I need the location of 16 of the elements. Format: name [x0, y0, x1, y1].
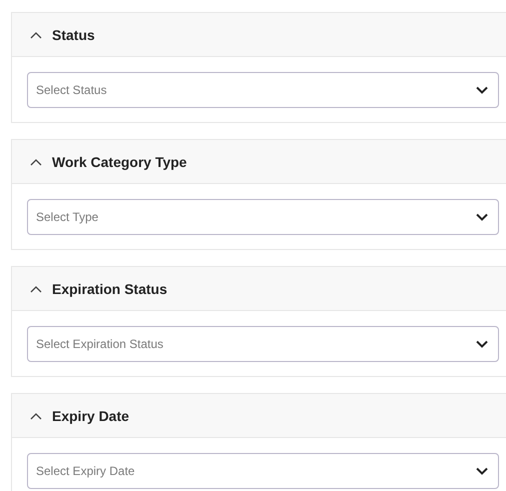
- select-dropdown[interactable]: Select Expiry Date: [27, 453, 499, 489]
- select-dropdown[interactable]: Select Type: [27, 199, 499, 235]
- chevron-down-icon: [476, 340, 488, 348]
- select-dropdown[interactable]: Select Status: [27, 72, 499, 108]
- panel-header[interactable]: Expiry Date: [12, 394, 506, 438]
- chevron-up-icon: [30, 412, 42, 420]
- panel-header[interactable]: Expiration Status: [12, 267, 506, 311]
- chevron-down-icon: [476, 86, 488, 94]
- chevron-up-icon: [30, 284, 42, 292]
- chevron-down-icon: [476, 467, 488, 475]
- chevron-up-icon: [30, 30, 42, 38]
- panel-header[interactable]: Work Category Type: [12, 140, 506, 184]
- chevron-down-icon: [476, 213, 488, 221]
- select-dropdown[interactable]: Select Expiration Status: [27, 326, 499, 362]
- panel-header[interactable]: Status: [12, 13, 506, 57]
- chevron-up-icon: [30, 158, 42, 166]
